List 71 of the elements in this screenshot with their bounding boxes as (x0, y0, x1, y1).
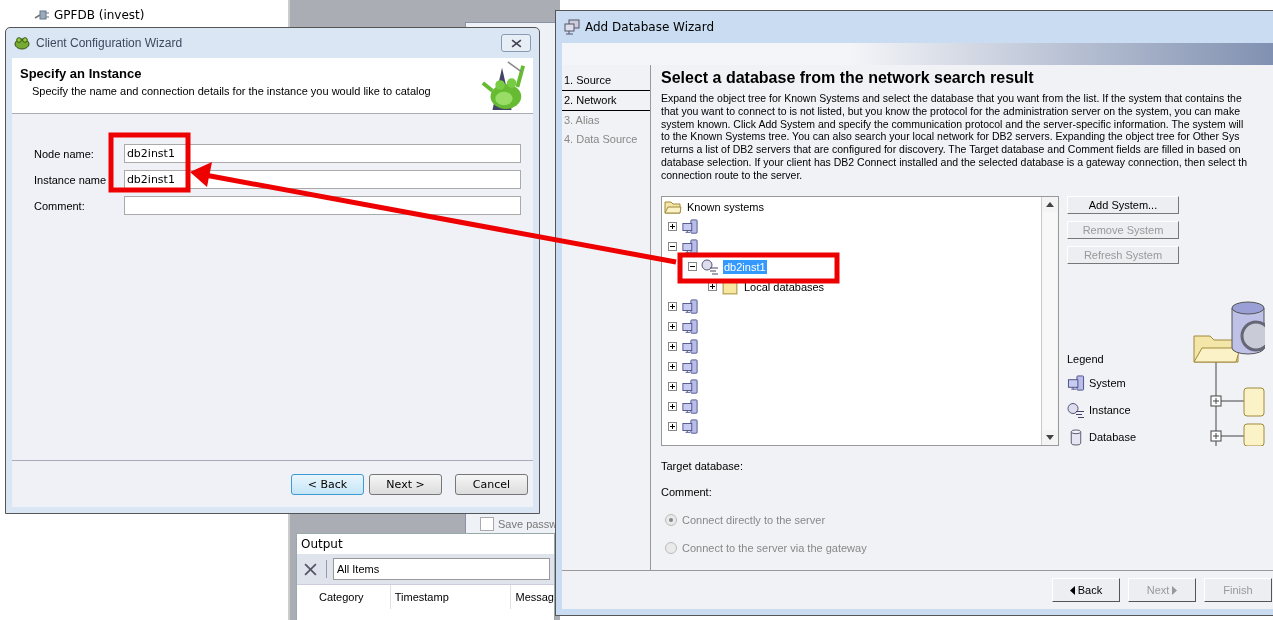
wizard-button[interactable]: Back (1052, 578, 1120, 602)
step-item[interactable]: 1. Source (562, 71, 650, 90)
network-icon (564, 19, 580, 35)
scroll-up-icon[interactable] (1046, 201, 1054, 207)
close-button[interactable] (501, 34, 531, 52)
expander-icon[interactable] (668, 242, 677, 252)
plug-icon (34, 9, 50, 21)
expander-icon[interactable] (668, 302, 677, 312)
computer-icon (681, 318, 699, 335)
input-field[interactable]: db2inst1 (123, 170, 521, 189)
column-header[interactable]: Messag (511, 585, 554, 609)
field-label: Target database: (661, 459, 744, 472)
input-field[interactable] (123, 196, 521, 215)
expander-icon[interactable] (688, 262, 697, 272)
frog-icon (14, 36, 30, 50)
field-label: Instance name (34, 173, 108, 186)
input-field[interactable]: db2inst1 (123, 144, 521, 163)
page-heading: Select a database from the network search result (661, 69, 1035, 87)
step-item[interactable]: 2. Network (562, 90, 650, 111)
filter-dropdown[interactable]: All Items (333, 558, 550, 580)
field-label: Comment: (34, 199, 86, 212)
computer-icon (681, 338, 699, 355)
clear-icon[interactable] (304, 562, 317, 576)
wizard-button[interactable]: < Back (291, 473, 364, 495)
computer-icon (681, 398, 699, 415)
instance-icon (701, 258, 719, 275)
column-header[interactable]: Timestamp (390, 585, 512, 609)
computer-icon (681, 378, 699, 395)
column-header[interactable]: Category (314, 585, 391, 609)
page-description: Expand the object tree for Known Systems and select the database that you want from the list. If the system that contains the that you want to connect to is not listed, but you know the protocol for the administration server on the system, you can make system known. Click Add System and specify the communication protocol and the server-specific information. The system will to the Known Systems tree. You can also search your local network for DB2 servers. Expanding the object tree for Other Sys returns a list of DB2 servers that are configured for discovery. The Target database and Comment fields are filled in based on database selection. If your client has DB2 Connect installed and the selected database is a gateway connection, then select th connection route to the server. (661, 92, 1249, 182)
expander-icon[interactable] (668, 322, 677, 332)
left-arrow-icon (1069, 585, 1075, 595)
connection-label[interactable]: GPFDB (invest) (54, 8, 145, 22)
legend-title: Legend (1067, 352, 1105, 365)
system-button[interactable]: Add System... (1067, 195, 1179, 214)
radio-label: Connect to the server via the gateway (682, 541, 867, 554)
window-title: Add Database Wizard (585, 20, 715, 34)
expander-icon[interactable] (668, 402, 677, 412)
expander-icon[interactable] (708, 282, 717, 292)
expander-icon[interactable] (668, 362, 677, 372)
scroll-down-icon[interactable] (1046, 434, 1054, 440)
scrollbar[interactable] (1041, 196, 1058, 445)
panel-title: Output (300, 536, 344, 553)
page-description: Specify the name and connection details for the instance you would like to catalog (31, 85, 432, 97)
instance-icon (1067, 401, 1085, 419)
close-icon (510, 38, 522, 48)
radio-label: Connect directly to the server (682, 513, 826, 526)
right-arrow-icon (1172, 585, 1178, 595)
legend-label: Instance (1089, 404, 1131, 417)
computer-icon (681, 218, 699, 235)
page-heading: Specify an Instance (20, 66, 143, 81)
computer-icon (681, 298, 699, 315)
window-title: Client Configuration Wizard (36, 36, 184, 50)
tree-item[interactable]: Local databases (743, 279, 826, 294)
expander-icon[interactable] (668, 382, 677, 392)
folder-icon (664, 198, 682, 215)
legend-label: Database (1089, 431, 1137, 444)
expander-icon[interactable] (668, 422, 677, 432)
computer-icon (681, 418, 699, 435)
computer-icon (681, 238, 699, 255)
field-label: Comment: (661, 485, 713, 498)
field-label: Node name: (34, 147, 95, 160)
legend-label: System (1089, 377, 1126, 390)
wizard-button[interactable]: Cancel (455, 473, 528, 495)
wizard-button[interactable]: Next > (369, 473, 442, 495)
expander-icon[interactable] (668, 342, 677, 352)
checkbox[interactable] (480, 517, 494, 531)
computer-icon (1067, 374, 1085, 392)
expander-icon[interactable] (668, 222, 677, 232)
tree-item[interactable]: Known systems (686, 199, 766, 214)
computer-icon (681, 358, 699, 375)
